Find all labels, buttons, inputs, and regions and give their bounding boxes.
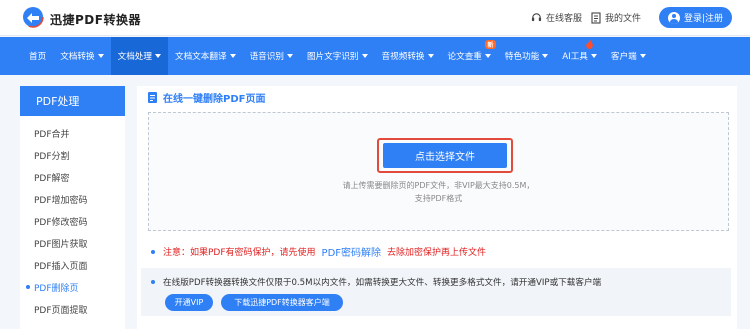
section-title: 在线一键删除PDF页面 [148, 90, 265, 105]
limit-info-text: 在线版PDF转换器转换文件仅限于0.5M以内文件，如需转换更大文件、转换更多格式… [163, 278, 602, 288]
nav-item-paper-check[interactable]: 论文查重新 [441, 37, 498, 75]
chevron-down-icon [542, 54, 549, 58]
download-client-button[interactable]: 下载迅捷PDF转换器客户端 [221, 294, 343, 311]
nav-item-av-convert[interactable]: 音视频转换 [375, 37, 441, 75]
nav-item-doc-convert[interactable]: 文档转换 [53, 37, 110, 75]
my-files-link[interactable]: 我的文件 [591, 11, 641, 24]
sidebar-item-pdf-decrypt[interactable]: PDF解密 [20, 166, 125, 188]
info-box: 在线版PDF转换器转换文件仅限于0.5M以内文件，如需转换更大文件、转换更多格式… [141, 268, 731, 316]
online-service-label: 在线客服 [546, 14, 583, 24]
brand-name[interactable]: 迅捷PDF转换器 [50, 11, 141, 28]
notice-suffix: 去除加密保护再上传文件 [387, 248, 487, 258]
online-service-link[interactable]: 在线客服 [531, 11, 582, 24]
fire-icon [586, 39, 594, 49]
new-badge: 新 [484, 40, 496, 49]
sidebar-item-pdf-insert-page[interactable]: PDF插入页面 [20, 254, 125, 276]
chevron-down-icon [229, 54, 236, 58]
top-header: 迅捷PDF转换器 在线客服 我的文件 登录|注册 [0, 0, 750, 36]
limit-info: 在线版PDF转换器转换文件仅限于0.5M以内文件，如需转换更大文件、转换更多格式… [151, 276, 601, 288]
pdf-password-remove-link[interactable]: PDF密码解除 [322, 244, 381, 259]
chevron-down-icon [639, 54, 646, 58]
upload-dropzone[interactable]: 点击选择文件 请上传需要删除页的PDF文件，非VIP最大支持0.5M， 支持PD… [148, 112, 729, 231]
select-file-button[interactable]: 点击选择文件 [383, 143, 507, 168]
my-files-label: 我的文件 [605, 14, 642, 24]
chevron-down-icon [154, 54, 161, 58]
upload-format-hint: 支持PDF格式 [414, 194, 463, 203]
nav-item-ocr[interactable]: 图片文字识别 [300, 37, 375, 75]
sidebar-item-pdf-image-extract[interactable]: PDF图片获取 [20, 232, 125, 254]
upload-hint: 请上传需要删除页的PDF文件，非VIP最大支持0.5M， [342, 181, 535, 190]
chevron-down-icon [427, 54, 434, 58]
password-notice: 注意：如果PDF有密码保护，请先使用 PDF密码解除 去除加密保护再上传文件 [151, 244, 486, 259]
bullet-dot [151, 280, 155, 284]
login-register-button[interactable]: 登录|注册 [659, 7, 732, 28]
login-register-label: 登录|注册 [683, 14, 724, 24]
bullet-dot [151, 249, 155, 254]
chevron-down-icon [286, 54, 293, 58]
chevron-down-icon [590, 54, 597, 58]
nav-item-doc-process[interactable]: 文档处理 [110, 37, 168, 75]
nav-item-ai-tools[interactable]: AI工具 [555, 37, 604, 75]
chevron-down-icon [484, 54, 491, 58]
headset-icon [531, 13, 542, 22]
logo-icon[interactable] [22, 6, 44, 28]
sidebar-item-pdf-delete-page[interactable]: PDF删除页 [20, 276, 125, 298]
sidebar-title: PDF处理 [20, 86, 125, 116]
nav-item-speech[interactable]: 语音识别 [243, 37, 300, 75]
nav-item-client[interactable]: 客户端 [604, 37, 653, 75]
nav-item-home[interactable]: 首页 [22, 37, 53, 75]
sidebar-item-pdf-page-extract[interactable]: PDF页面提取 [20, 298, 125, 320]
document-icon [148, 92, 157, 103]
user-icon [667, 11, 680, 24]
main-nav: 首页 文档转换 文档处理 文档文本翻译 语音识别 图片文字识别 音视频转换 论文… [0, 37, 750, 75]
main-panel: 在线一键删除PDF页面 点击选择文件 请上传需要删除页的PDF文件，非VIP最大… [137, 86, 737, 329]
sidebar: PDF处理 PDF合并 PDF分割 PDF解密 PDF增加密码 PDF修改密码 … [20, 86, 125, 329]
sidebar-item-pdf-add-password[interactable]: PDF增加密码 [20, 188, 125, 210]
document-icon [591, 11, 601, 24]
sidebar-item-pdf-merge[interactable]: PDF合并 [20, 122, 125, 144]
sidebar-item-pdf-change-password[interactable]: PDF修改密码 [20, 210, 125, 232]
chevron-down-icon [361, 54, 368, 58]
notice-prefix: 注意：如果PDF有密码保护，请先使用 [163, 248, 316, 258]
nav-item-features[interactable]: 特色功能 [498, 37, 555, 75]
sidebar-item-pdf-split[interactable]: PDF分割 [20, 144, 125, 166]
chevron-down-icon [97, 54, 104, 58]
nav-item-translate[interactable]: 文档文本翻译 [168, 37, 243, 75]
open-vip-button[interactable]: 开通VIP [165, 294, 213, 311]
